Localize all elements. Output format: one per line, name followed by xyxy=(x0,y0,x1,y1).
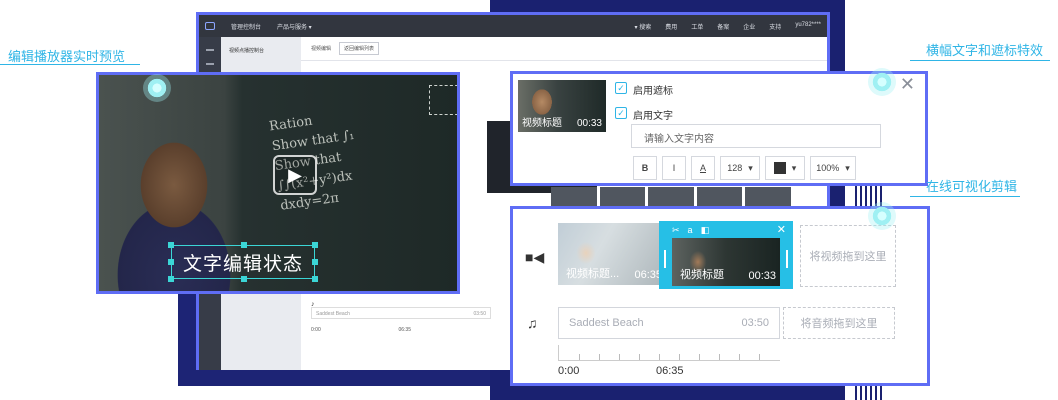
video-camera-icon: ■◀ xyxy=(525,249,545,265)
resize-handle[interactable] xyxy=(168,259,174,265)
selected-clip[interactable]: ✂ a ◧ ✕ 视频标题 00:33 xyxy=(659,221,793,289)
clip-right-handle[interactable] xyxy=(786,250,788,268)
thumb-time: 00:33 xyxy=(576,118,602,129)
topbar-filing[interactable]: 备案 xyxy=(717,22,729,31)
text-edit-content: 文字编辑状态 xyxy=(182,253,303,275)
music-icon: ♫ xyxy=(527,315,538,331)
resize-handle[interactable] xyxy=(312,242,318,248)
play-icon[interactable]: ▶ xyxy=(273,155,317,195)
topbar-search[interactable]: ▾ 搜索 xyxy=(635,22,652,31)
opacity-select[interactable]: 100% ▾ xyxy=(810,156,856,180)
callout-line xyxy=(910,60,1050,61)
video-drop-zone[interactable]: 将视频拖到这里 xyxy=(800,225,896,287)
console-logo-icon xyxy=(205,22,215,30)
chevron-down-icon: ▾ xyxy=(748,162,753,173)
topbar-right-menu: ▾ 搜索 费用 工单 备案 企业 支持 yu782**** xyxy=(635,22,821,31)
console-ruler-start: 0:00 xyxy=(311,327,321,333)
color-swatch xyxy=(773,162,786,174)
resize-handle[interactable] xyxy=(241,276,247,282)
mask-checkbox-label: 启用遮标 xyxy=(633,86,673,97)
effects-panel: 视频标题 00:33 ✓ 启用遮标 ✓ 启用文字 请输入文字内容 B I A 1… xyxy=(510,71,928,186)
menu-icon[interactable] xyxy=(206,63,214,65)
resize-handle[interactable] xyxy=(168,242,174,248)
font-size-value: 128 xyxy=(727,163,743,173)
text-content-input[interactable]: 请输入文字内容 xyxy=(631,124,881,148)
close-icon[interactable]: ✕ xyxy=(777,223,786,236)
console-topbar: 管理控制台 产品与服务 ▾ ▾ 搜索 费用 工单 备案 企业 支持 yu782*… xyxy=(199,15,827,37)
callout-dot xyxy=(143,74,171,102)
timeline-ruler[interactable] xyxy=(558,345,780,361)
toolbar-title: 视频编辑 xyxy=(311,46,332,52)
resize-handle[interactable] xyxy=(312,276,318,282)
text-checkbox[interactable]: ✓ xyxy=(615,107,627,119)
audio-drop-zone[interactable]: 将音频拖到这里 xyxy=(783,307,895,339)
callout-player-preview: 编辑播放器实时预览 xyxy=(8,49,126,64)
resize-handle[interactable] xyxy=(312,259,318,265)
selected-clip-label: 视频标题 xyxy=(680,269,724,281)
text-tool-icon[interactable]: a xyxy=(688,225,693,236)
color-select[interactable]: ▾ xyxy=(765,156,805,180)
ruler-mid-label: 06:35 xyxy=(656,365,684,377)
italic-label: I xyxy=(672,163,676,173)
promo-canvas: 管理控制台 产品与服务 ▾ ▾ 搜索 费用 工单 备案 企业 支持 yu782*… xyxy=(0,0,1058,400)
mask-tool-icon[interactable]: ◧ xyxy=(701,225,710,236)
callout-overlay-effects: 横幅文字和遮标特效 xyxy=(926,43,1044,58)
audio-time: 03:50 xyxy=(741,317,769,329)
topbar-enterprise[interactable]: 企业 xyxy=(743,22,755,31)
console-audio-name: Saddest Beach xyxy=(316,311,350,317)
nav-title[interactable]: 视频点播控制台 xyxy=(229,47,293,54)
selected-clip-time: 00:33 xyxy=(748,270,776,282)
topbar-tickets[interactable]: 工单 xyxy=(691,22,703,31)
audio-clip[interactable]: Saddest Beach 03:50 xyxy=(558,307,780,339)
callout-dot xyxy=(868,202,896,230)
clip-left-handle[interactable] xyxy=(664,250,666,268)
opacity-value: 100% xyxy=(816,163,840,173)
console-audio-track[interactable]: Saddest Beach 03:50 xyxy=(311,307,491,319)
ruler-start-label: 0:00 xyxy=(558,365,580,377)
callout-line xyxy=(910,196,1020,197)
callout-timeline-editing: 在线可视化剪辑 xyxy=(926,179,1018,194)
console-ruler-mid: 06:35 xyxy=(398,327,411,333)
bold-label: B xyxy=(641,163,649,173)
selected-clip-image: 视频标题 00:33 xyxy=(672,238,780,286)
video-clip-label: 视频标题... xyxy=(566,268,620,280)
player-preview: Ration Show that ∫₁ Show that ∫∫(x²+y²)d… xyxy=(96,72,460,294)
console-toolbar: 视频编辑 返回编辑列表 xyxy=(301,37,827,61)
italic-button[interactable]: I xyxy=(662,156,686,180)
back-to-list-button[interactable]: 返回编辑列表 xyxy=(339,42,380,55)
thumb-title: 视频标题 xyxy=(522,118,562,129)
video-clip[interactable]: 视频标题... 06:35 xyxy=(558,223,662,285)
text-checkbox-label: 启用文字 xyxy=(633,111,673,122)
callout-line xyxy=(0,64,140,65)
resize-handle[interactable] xyxy=(168,276,174,282)
menu-icon[interactable] xyxy=(206,49,214,51)
close-icon[interactable]: ✕ xyxy=(900,74,915,95)
text-edit-box[interactable]: 文字编辑状态 xyxy=(168,242,318,282)
effects-thumbnail: 视频标题 00:33 xyxy=(518,80,606,132)
topbar-billing[interactable]: 费用 xyxy=(665,22,677,31)
mask-checkbox[interactable]: ✓ xyxy=(615,82,627,94)
console-ruler: 0:00 06:35 xyxy=(311,327,411,333)
clip-tools: ✂ a ◧ xyxy=(672,225,709,236)
scissors-icon[interactable]: ✂ xyxy=(672,225,680,236)
chevron-down-icon: ▾ xyxy=(791,162,797,173)
console-audio-duration: 03:50 xyxy=(473,311,486,317)
topbar-user[interactable]: yu782**** xyxy=(795,22,821,31)
font-color-label: A xyxy=(699,163,706,173)
font-size-select[interactable]: 128 ▾ xyxy=(720,156,760,180)
chevron-down-icon: ▾ xyxy=(845,162,850,173)
products-menu[interactable]: 产品与服务 ▾ xyxy=(277,22,312,31)
mask-region[interactable] xyxy=(429,85,457,115)
audio-name: Saddest Beach xyxy=(569,317,644,329)
console-title[interactable]: 管理控制台 xyxy=(231,22,261,31)
bold-button[interactable]: B xyxy=(633,156,657,180)
resize-handle[interactable] xyxy=(241,242,247,248)
callout-dot xyxy=(868,68,896,96)
topbar-support[interactable]: 支持 xyxy=(769,22,781,31)
video-clip-time: 06:35 xyxy=(634,269,662,281)
timeline-panel: ■◀ ♫ 视频标题... 06:35 ✂ a ◧ ✕ 视频标题 00:33 将视… xyxy=(510,206,930,386)
font-color-button[interactable]: A xyxy=(691,156,715,180)
